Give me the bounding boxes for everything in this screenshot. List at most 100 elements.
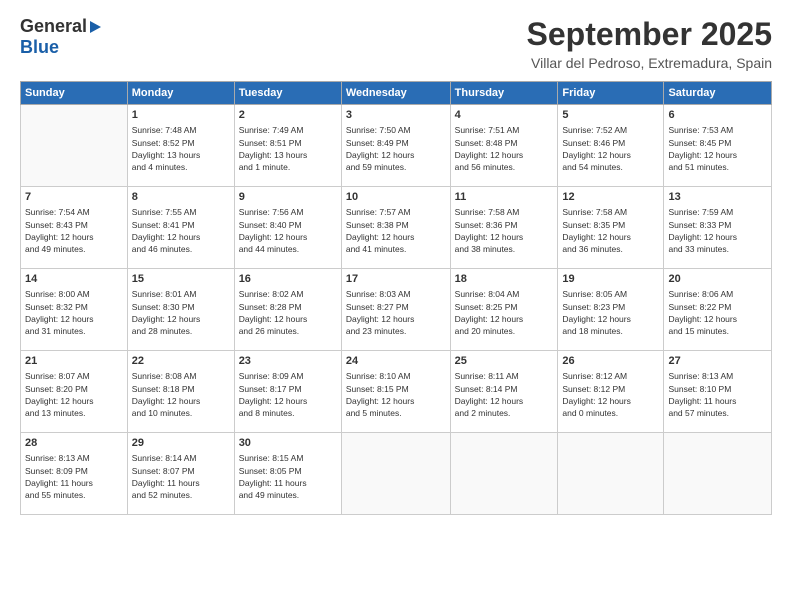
day-number: 25 xyxy=(455,354,554,369)
calendar-cell: 10Sunrise: 7:57 AMSunset: 8:38 PMDayligh… xyxy=(341,187,450,269)
day-info: Sunrise: 8:13 AMSunset: 8:09 PMDaylight:… xyxy=(25,452,123,501)
day-info: Sunrise: 7:55 AMSunset: 8:41 PMDaylight:… xyxy=(132,206,230,255)
calendar-cell: 28Sunrise: 8:13 AMSunset: 8:09 PMDayligh… xyxy=(21,433,128,515)
calendar-cell: 25Sunrise: 8:11 AMSunset: 8:14 PMDayligh… xyxy=(450,351,558,433)
calendar-cell: 1Sunrise: 7:48 AMSunset: 8:52 PMDaylight… xyxy=(127,105,234,187)
day-info: Sunrise: 8:01 AMSunset: 8:30 PMDaylight:… xyxy=(132,288,230,337)
day-number: 8 xyxy=(132,190,230,205)
calendar-cell: 4Sunrise: 7:51 AMSunset: 8:48 PMDaylight… xyxy=(450,105,558,187)
calendar-cell: 24Sunrise: 8:10 AMSunset: 8:15 PMDayligh… xyxy=(341,351,450,433)
day-number: 17 xyxy=(346,272,446,287)
day-number: 18 xyxy=(455,272,554,287)
calendar-cell: 15Sunrise: 8:01 AMSunset: 8:30 PMDayligh… xyxy=(127,269,234,351)
day-number: 7 xyxy=(25,190,123,205)
calendar-cell: 11Sunrise: 7:58 AMSunset: 8:36 PMDayligh… xyxy=(450,187,558,269)
day-number: 22 xyxy=(132,354,230,369)
day-number: 12 xyxy=(562,190,659,205)
day-info: Sunrise: 8:08 AMSunset: 8:18 PMDaylight:… xyxy=(132,370,230,419)
day-info: Sunrise: 8:06 AMSunset: 8:22 PMDaylight:… xyxy=(668,288,767,337)
calendar-cell: 18Sunrise: 8:04 AMSunset: 8:25 PMDayligh… xyxy=(450,269,558,351)
calendar-cell: 26Sunrise: 8:12 AMSunset: 8:12 PMDayligh… xyxy=(558,351,664,433)
day-info: Sunrise: 7:52 AMSunset: 8:46 PMDaylight:… xyxy=(562,124,659,173)
day-number: 24 xyxy=(346,354,446,369)
weekday-header-monday: Monday xyxy=(127,82,234,105)
day-info: Sunrise: 8:12 AMSunset: 8:12 PMDaylight:… xyxy=(562,370,659,419)
day-number: 19 xyxy=(562,272,659,287)
day-number: 13 xyxy=(668,190,767,205)
calendar-cell: 12Sunrise: 7:58 AMSunset: 8:35 PMDayligh… xyxy=(558,187,664,269)
day-info: Sunrise: 8:04 AMSunset: 8:25 PMDaylight:… xyxy=(455,288,554,337)
day-info: Sunrise: 8:02 AMSunset: 8:28 PMDaylight:… xyxy=(239,288,337,337)
calendar-cell xyxy=(450,433,558,515)
day-info: Sunrise: 7:58 AMSunset: 8:36 PMDaylight:… xyxy=(455,206,554,255)
calendar-week-row: 14Sunrise: 8:00 AMSunset: 8:32 PMDayligh… xyxy=(21,269,772,351)
day-info: Sunrise: 8:05 AMSunset: 8:23 PMDaylight:… xyxy=(562,288,659,337)
calendar-cell: 2Sunrise: 7:49 AMSunset: 8:51 PMDaylight… xyxy=(234,105,341,187)
day-number: 3 xyxy=(346,108,446,123)
calendar-cell: 23Sunrise: 8:09 AMSunset: 8:17 PMDayligh… xyxy=(234,351,341,433)
weekday-header-saturday: Saturday xyxy=(664,82,772,105)
day-info: Sunrise: 8:09 AMSunset: 8:17 PMDaylight:… xyxy=(239,370,337,419)
day-number: 5 xyxy=(562,108,659,123)
day-info: Sunrise: 7:59 AMSunset: 8:33 PMDaylight:… xyxy=(668,206,767,255)
day-info: Sunrise: 7:58 AMSunset: 8:35 PMDaylight:… xyxy=(562,206,659,255)
weekday-header-wednesday: Wednesday xyxy=(341,82,450,105)
day-number: 14 xyxy=(25,272,123,287)
day-number: 16 xyxy=(239,272,337,287)
calendar-week-row: 21Sunrise: 8:07 AMSunset: 8:20 PMDayligh… xyxy=(21,351,772,433)
weekday-header-thursday: Thursday xyxy=(450,82,558,105)
calendar-cell: 20Sunrise: 8:06 AMSunset: 8:22 PMDayligh… xyxy=(664,269,772,351)
weekday-header-row: SundayMondayTuesdayWednesdayThursdayFrid… xyxy=(21,82,772,105)
day-number: 30 xyxy=(239,436,337,451)
logo-blue: Blue xyxy=(20,37,59,57)
day-info: Sunrise: 8:00 AMSunset: 8:32 PMDaylight:… xyxy=(25,288,123,337)
day-info: Sunrise: 7:48 AMSunset: 8:52 PMDaylight:… xyxy=(132,124,230,173)
header: General Blue September 2025 Villar del P… xyxy=(20,16,772,71)
day-info: Sunrise: 7:53 AMSunset: 8:45 PMDaylight:… xyxy=(668,124,767,173)
day-number: 20 xyxy=(668,272,767,287)
calendar-week-row: 28Sunrise: 8:13 AMSunset: 8:09 PMDayligh… xyxy=(21,433,772,515)
day-number: 11 xyxy=(455,190,554,205)
calendar-cell: 3Sunrise: 7:50 AMSunset: 8:49 PMDaylight… xyxy=(341,105,450,187)
calendar-cell: 22Sunrise: 8:08 AMSunset: 8:18 PMDayligh… xyxy=(127,351,234,433)
day-info: Sunrise: 8:14 AMSunset: 8:07 PMDaylight:… xyxy=(132,452,230,501)
day-info: Sunrise: 8:03 AMSunset: 8:27 PMDaylight:… xyxy=(346,288,446,337)
day-number: 29 xyxy=(132,436,230,451)
day-number: 2 xyxy=(239,108,337,123)
day-number: 23 xyxy=(239,354,337,369)
calendar-cell xyxy=(558,433,664,515)
day-number: 21 xyxy=(25,354,123,369)
calendar-cell: 19Sunrise: 8:05 AMSunset: 8:23 PMDayligh… xyxy=(558,269,664,351)
calendar-table: SundayMondayTuesdayWednesdayThursdayFrid… xyxy=(20,81,772,515)
weekday-header-tuesday: Tuesday xyxy=(234,82,341,105)
calendar-cell xyxy=(21,105,128,187)
day-number: 28 xyxy=(25,436,123,451)
calendar-week-row: 1Sunrise: 7:48 AMSunset: 8:52 PMDaylight… xyxy=(21,105,772,187)
logo-general: General xyxy=(20,16,87,37)
day-info: Sunrise: 7:56 AMSunset: 8:40 PMDaylight:… xyxy=(239,206,337,255)
weekday-header-friday: Friday xyxy=(558,82,664,105)
page: General Blue September 2025 Villar del P… xyxy=(0,0,792,612)
title-block: September 2025 Villar del Pedroso, Extre… xyxy=(527,16,772,71)
logo: General Blue xyxy=(20,16,102,58)
day-info: Sunrise: 8:11 AMSunset: 8:14 PMDaylight:… xyxy=(455,370,554,419)
day-number: 26 xyxy=(562,354,659,369)
day-number: 1 xyxy=(132,108,230,123)
day-info: Sunrise: 7:51 AMSunset: 8:48 PMDaylight:… xyxy=(455,124,554,173)
calendar-cell: 21Sunrise: 8:07 AMSunset: 8:20 PMDayligh… xyxy=(21,351,128,433)
logo-arrow-icon xyxy=(88,20,102,34)
day-info: Sunrise: 8:07 AMSunset: 8:20 PMDaylight:… xyxy=(25,370,123,419)
location: Villar del Pedroso, Extremadura, Spain xyxy=(527,55,772,71)
day-number: 9 xyxy=(239,190,337,205)
day-info: Sunrise: 7:49 AMSunset: 8:51 PMDaylight:… xyxy=(239,124,337,173)
calendar-cell: 14Sunrise: 8:00 AMSunset: 8:32 PMDayligh… xyxy=(21,269,128,351)
calendar-cell: 7Sunrise: 7:54 AMSunset: 8:43 PMDaylight… xyxy=(21,187,128,269)
calendar-cell: 29Sunrise: 8:14 AMSunset: 8:07 PMDayligh… xyxy=(127,433,234,515)
calendar-cell: 5Sunrise: 7:52 AMSunset: 8:46 PMDaylight… xyxy=(558,105,664,187)
day-number: 15 xyxy=(132,272,230,287)
calendar-cell: 6Sunrise: 7:53 AMSunset: 8:45 PMDaylight… xyxy=(664,105,772,187)
day-number: 27 xyxy=(668,354,767,369)
day-info: Sunrise: 8:10 AMSunset: 8:15 PMDaylight:… xyxy=(346,370,446,419)
calendar-cell: 13Sunrise: 7:59 AMSunset: 8:33 PMDayligh… xyxy=(664,187,772,269)
day-info: Sunrise: 8:15 AMSunset: 8:05 PMDaylight:… xyxy=(239,452,337,501)
